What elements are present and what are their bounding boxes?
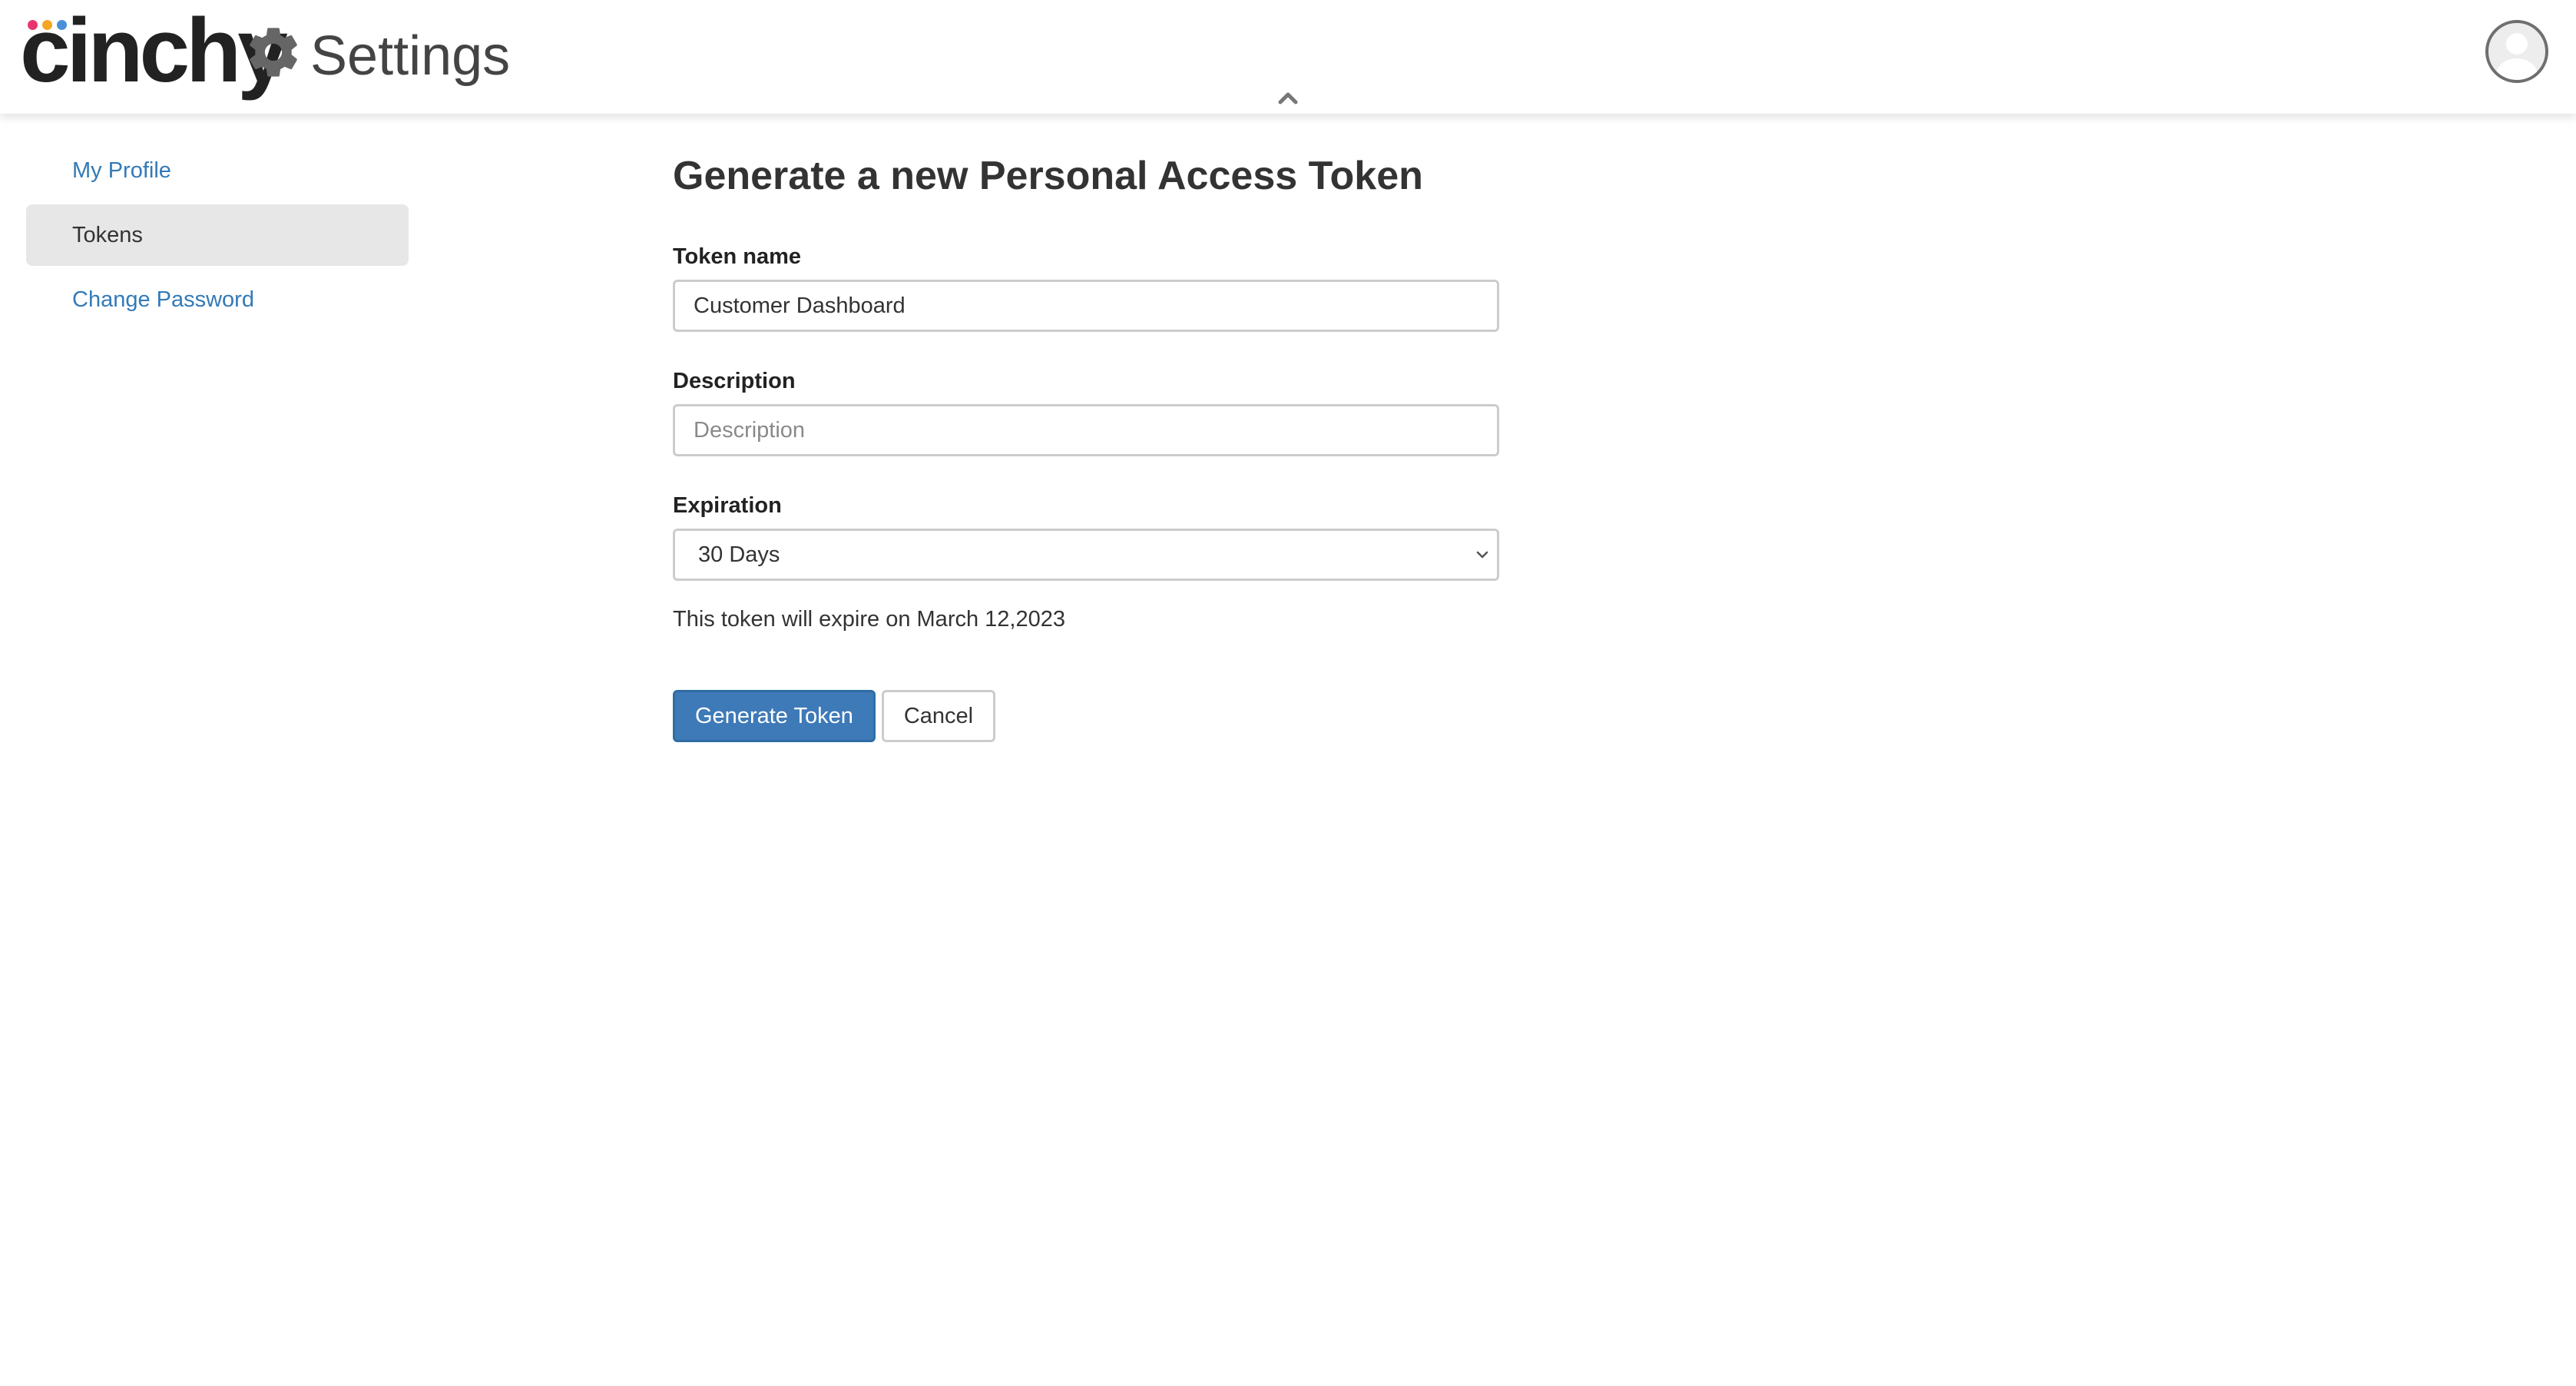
token-name-input[interactable] bbox=[673, 280, 1499, 332]
person-silhouette-icon bbox=[2496, 33, 2538, 80]
expiration-note: This token will expire on March 12,2023 bbox=[673, 607, 1065, 632]
chevron-down-icon bbox=[1476, 551, 1488, 559]
description-input[interactable] bbox=[673, 404, 1499, 456]
token-name-label: Token name bbox=[673, 244, 802, 269]
token-form: Generate a new Personal Access Token Tok… bbox=[673, 146, 1502, 742]
gear-icon bbox=[250, 28, 297, 77]
expiration-select[interactable]: 30 Days bbox=[673, 529, 1499, 581]
sidebar-item-tokens[interactable]: Tokens bbox=[26, 204, 409, 266]
expiration-selected-value: 30 Days bbox=[698, 542, 780, 567]
cancel-button[interactable]: Cancel bbox=[881, 690, 996, 742]
top-header: cinchy Settings bbox=[0, 0, 2576, 114]
page-app-title: Settings bbox=[310, 25, 511, 87]
expiration-label: Expiration bbox=[673, 493, 782, 518]
generate-token-button[interactable]: Generate Token bbox=[673, 690, 876, 742]
form-actions: Generate Token Cancel bbox=[673, 690, 1502, 742]
user-avatar-icon[interactable] bbox=[2485, 20, 2548, 83]
sidebar-item-change-password[interactable]: Change Password bbox=[26, 269, 409, 330]
page-title: Generate a new Personal Access Token bbox=[673, 154, 1423, 198]
settings-sidebar: My Profile Tokens Change Password bbox=[26, 140, 409, 333]
chevron-up-icon[interactable] bbox=[1276, 89, 1300, 106]
sidebar-item-my-profile[interactable]: My Profile bbox=[26, 140, 409, 201]
description-label: Description bbox=[673, 369, 796, 393]
